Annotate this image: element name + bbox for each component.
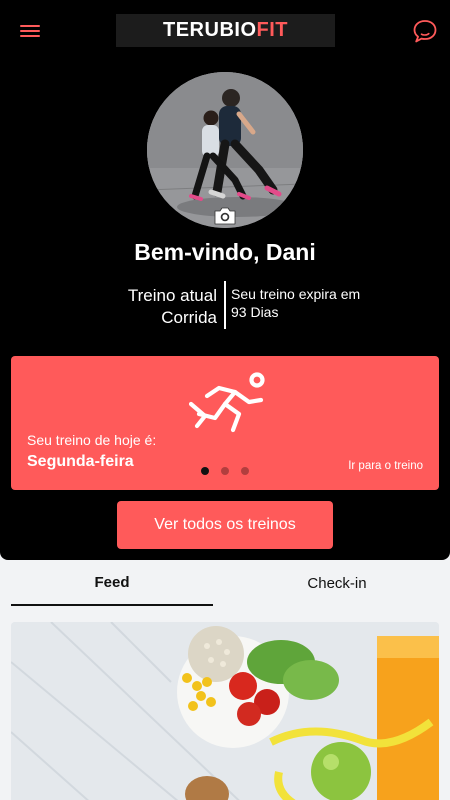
profile-header-section: TERUBIO FIT Bem-vindo, Dani Treino atual…	[0, 0, 450, 560]
app-logo: TERUBIO FIT	[116, 14, 335, 47]
current-plan-info: Treino atual Corrida	[112, 285, 217, 329]
tab-feed[interactable]: Feed	[11, 560, 213, 606]
current-plan-value: Corrida	[161, 308, 217, 327]
chat-bubble-icon[interactable]	[410, 16, 440, 46]
logo-text-accent: FIT	[256, 19, 288, 41]
go-to-workout-link[interactable]: Ir para o treino	[348, 460, 423, 472]
welcome-heading: Bem-vindo, Dani	[134, 239, 316, 265]
todays-workout-day: Segunda-feira	[27, 453, 134, 470]
expiration-label: Seu treino expira em	[231, 286, 361, 302]
tab-bar: Feed Check-in	[0, 560, 450, 608]
expiration-days: 93 Dias	[231, 304, 279, 320]
tab-check-in[interactable]: Check-in	[236, 560, 438, 606]
hamburger-menu-icon[interactable]	[18, 20, 44, 42]
plan-expiration-info: Seu treino expira em 93 Dias	[231, 285, 391, 321]
current-plan-label: Treino atual	[127, 286, 217, 305]
todays-workout-label: Seu treino de hoje é:	[27, 432, 157, 448]
camera-icon[interactable]	[213, 205, 237, 227]
view-all-workouts-button[interactable]: Ver todos os treinos	[117, 501, 333, 549]
app-screen: TERUBIO FIT Bem-vindo, Dani Treino atual…	[0, 0, 450, 800]
carousel-dot-3[interactable]	[241, 467, 249, 475]
carousel-dot-1[interactable]	[201, 467, 209, 475]
logo-text-primary: TERUBIO	[163, 19, 257, 41]
todays-workout-card[interactable]: Seu treino de hoje é: Segunda-feira Ir p…	[11, 356, 439, 490]
carousel-dot-2[interactable]	[221, 467, 229, 475]
running-person-icon	[189, 372, 265, 433]
carousel-pagination	[201, 467, 249, 475]
feed-post-image[interactable]	[11, 622, 439, 800]
vertical-divider	[224, 281, 226, 329]
